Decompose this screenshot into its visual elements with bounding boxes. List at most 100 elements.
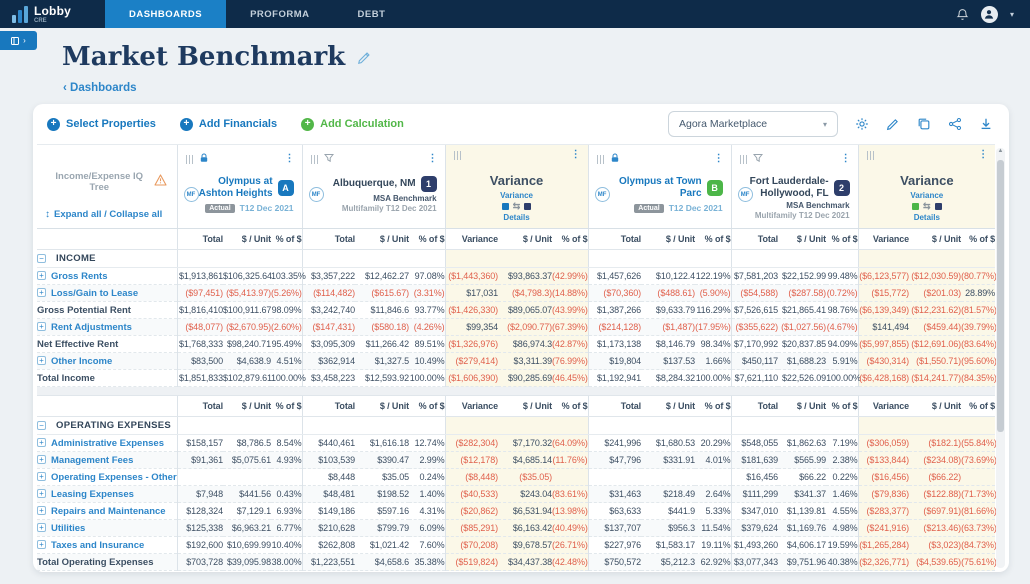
value-cell: ($70,360) [588,285,641,302]
expand-row-icon[interactable]: + [37,438,46,447]
row-label-text[interactable]: Taxes and Insurance [51,540,144,551]
lock-icon[interactable] [610,150,620,168]
value-cell: (11.76%) [552,452,588,469]
value-cell: 0.22% [826,469,858,486]
vertical-scrollbar[interactable]: ▲ [996,148,1005,568]
user-avatar[interactable] [981,6,998,23]
row-label-text[interactable]: Management Fees [51,455,133,466]
column-menu-icon[interactable]: ⋮ [428,154,438,164]
scrollbar-thumb[interactable] [997,160,1004,432]
section-row: −OPERATING EXPENSES [37,417,995,435]
value-cell: $227,976 [588,537,641,554]
collapse-section-icon[interactable]: − [37,254,46,263]
drag-handle-icon[interactable] [311,155,319,164]
account-chevron-down-icon[interactable]: ▾ [1010,10,1014,19]
expand-row-icon[interactable]: + [37,356,46,365]
expand-row-icon[interactable]: + [37,506,46,515]
tab-debt[interactable]: DEBT [334,0,410,28]
sidebar-expand-toggle[interactable]: › [0,31,37,50]
column-menu-icon[interactable]: ⋮ [285,154,295,164]
value-cell: 89.51% [409,336,445,353]
benchmark-name[interactable]: Fort Lauderdale-Hollywood, FL [750,176,829,199]
value-cell: $12,462.27 [355,268,409,285]
edit-icon[interactable] [886,117,900,131]
drag-handle-icon[interactable] [740,155,748,164]
row-label-text[interactable]: Loss/Gain to Lease [51,288,138,299]
property-name[interactable]: Olympus at Ashton Heights [196,176,273,199]
value-cell: ($519,824) [445,554,498,571]
expand-row-icon[interactable]: + [37,271,46,280]
scroll-up-arrow-icon[interactable]: ▲ [996,148,1005,154]
variance-left-color-swatch [912,203,919,210]
subheader-cell: Variance [445,396,498,417]
subheader-cell: Total [731,229,778,250]
value-cell: (4.26%) [409,319,445,336]
bell-icon[interactable] [956,8,969,21]
edit-title-pencil-icon[interactable] [357,50,372,65]
value-cell: $1,223,551 [302,554,355,571]
subheader-row: Total$ / Unit% of $Total$ / Unit% of $Va… [37,229,995,250]
row-label-text[interactable]: Rent Adjustments [51,322,132,333]
property-name[interactable]: Olympus at Town Parc [607,176,702,199]
row-label-text[interactable]: Operating Expenses - Other [51,472,177,483]
value-cell: (14.88%) [552,285,588,302]
row-label-text[interactable]: Administrative Expenses [51,438,164,449]
value-cell: $103,539 [302,452,355,469]
settings-icon[interactable] [855,117,869,131]
benchmark-name[interactable]: Albuquerque, NM [333,178,416,190]
column-menu-icon[interactable]: ⋮ [571,150,581,160]
expand-row-icon[interactable]: + [37,322,46,331]
filter-icon[interactable] [753,150,763,168]
column-menu-icon[interactable]: ⋮ [714,154,724,164]
value-cell: $149,186 [302,503,355,520]
value-cell: 100.00% [826,370,858,387]
row-label-text[interactable]: Other Income [51,356,112,367]
filter-icon[interactable] [324,150,334,168]
back-to-dashboards-link[interactable]: ‹ Dashboards [63,82,137,94]
row-label-text[interactable]: Gross Rents [51,271,108,282]
drag-handle-icon[interactable] [454,151,462,160]
expand-row-icon[interactable]: + [37,455,46,464]
share-icon[interactable] [948,117,962,131]
value-cell: $8,146.79 [641,336,695,353]
expand-row-icon[interactable]: + [37,540,46,549]
select-properties-button[interactable]: + Select Properties [47,118,156,131]
marketplace-dropdown[interactable]: Agora Marketplace ▾ [668,111,838,137]
collapse-section-icon[interactable]: − [37,421,46,430]
row-label-text[interactable]: Repairs and Maintenance [51,506,166,517]
value-cell: 4.98% [826,520,858,537]
row-label-text[interactable]: Utilities [51,523,85,534]
add-financials-button[interactable]: + Add Financials [180,118,277,131]
drag-handle-icon[interactable] [597,155,605,164]
download-icon[interactable] [979,117,993,131]
period-label: T12 Dec 2021 [669,203,723,213]
brand-logo[interactable]: Lobby CRE [0,0,87,28]
value-cell: $1,688.23 [778,353,826,370]
benchmark-subtitle: MSA Benchmark [303,192,445,203]
value-cell [223,469,271,486]
drag-handle-icon[interactable] [867,151,875,160]
expand-row-icon[interactable]: + [37,288,46,297]
expand-row-icon[interactable]: + [37,489,46,498]
expand-collapse-link[interactable]: Expand all / Collapse all [54,209,162,220]
lock-icon[interactable] [199,150,209,168]
expand-row-icon[interactable]: + [37,523,46,532]
value-cell: $1,139.81 [778,503,826,520]
tab-dashboards[interactable]: DASHBOARDS [105,0,226,28]
duplicate-icon[interactable] [917,117,931,131]
variance-details-link[interactable]: Details [446,210,588,222]
column-menu-icon[interactable]: ⋮ [841,154,851,164]
drag-handle-icon[interactable] [186,155,194,164]
column-badge: 2 [834,180,850,196]
section-title: INCOME [56,253,96,264]
value-cell: ($114,482) [302,285,355,302]
value-cell: $1,169.76 [778,520,826,537]
expand-row-icon[interactable]: + [37,472,46,481]
tab-proforma[interactable]: PROFORMA [226,0,333,28]
column-menu-icon[interactable]: ⋮ [978,150,988,160]
value-cell: (84.73%) [961,537,995,554]
add-calculation-button[interactable]: + Add Calculation [301,118,404,131]
value-cell: (42.87%) [552,336,588,353]
row-label-text[interactable]: Leasing Expenses [51,489,134,500]
variance-details-link[interactable]: Details [859,210,996,222]
